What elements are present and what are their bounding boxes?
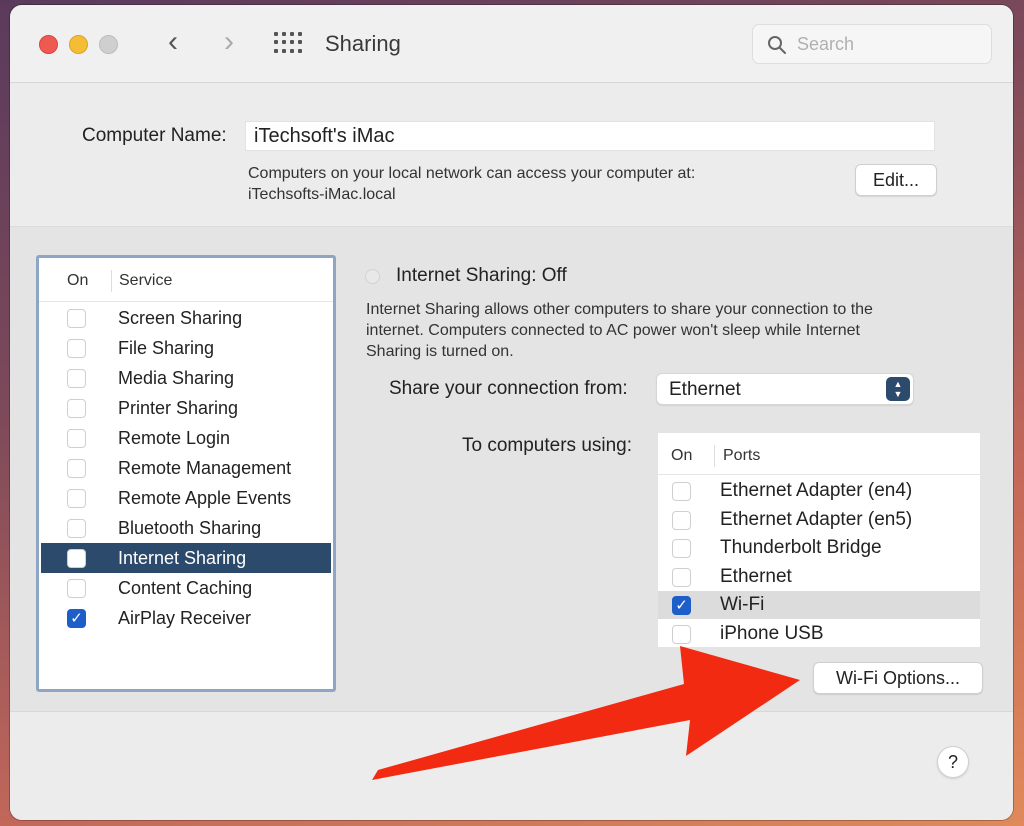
service-checkbox[interactable] — [67, 399, 86, 418]
port-label: Ethernet Adapter (en4) — [720, 480, 913, 501]
service-row[interactable]: Content Caching — [41, 573, 331, 603]
service-checkbox[interactable] — [67, 579, 86, 598]
port-label: Thunderbolt Bridge — [720, 537, 882, 559]
service-label: AirPlay Receiver — [118, 608, 252, 628]
computer-name-label: Computer Name: — [82, 125, 227, 146]
service-label: Printer Sharing — [118, 398, 239, 418]
up-down-chevron-icon: ▲ ▼ — [886, 377, 910, 401]
port-checkbox[interactable]: ✓ — [672, 596, 691, 616]
sharing-main-panel: On Service Screen Sharing File Sharing Med… — [10, 226, 1013, 712]
internet-sharing-status: Internet Sharing: Off — [396, 265, 567, 286]
service-row[interactable]: Remote Login — [41, 423, 331, 453]
service-row[interactable]: Bluetooth Sharing — [41, 513, 331, 543]
window-title: Sharing — [325, 31, 401, 56]
internet-sharing-description: Internet Sharing allows other computers … — [366, 301, 873, 360]
service-checkbox[interactable] — [67, 519, 86, 538]
help-button[interactable]: ? — [937, 746, 969, 778]
column-header-on: On — [67, 272, 89, 289]
service-row[interactable]: Media Sharing — [41, 363, 331, 393]
port-checkbox[interactable] — [672, 539, 691, 559]
column-header-service: Service — [119, 272, 173, 289]
service-label: Remote Management — [118, 458, 292, 478]
port-label: Ethernet — [720, 565, 792, 587]
zoom-window-button[interactable] — [99, 35, 118, 54]
service-row[interactable]: ✓ AirPlay Receiver — [41, 603, 331, 633]
service-checkbox[interactable] — [67, 489, 86, 508]
share-from-value: Ethernet — [669, 379, 741, 400]
search-field[interactable] — [752, 24, 992, 64]
computer-name-field[interactable] — [245, 121, 935, 151]
to-computers-label: To computers using: — [462, 435, 633, 456]
ports-list[interactable]: On Ports Ethernet Adapter (en4) Ethernet … — [658, 433, 980, 647]
titlebar: ‹ › Sharing — [10, 5, 1013, 83]
internet-sharing-status-indicator — [365, 269, 380, 284]
service-row[interactable]: Remote Management — [41, 453, 331, 483]
port-row[interactable]: Thunderbolt Bridge — [658, 534, 980, 562]
ports-list-header: On Ports — [658, 433, 980, 475]
show-all-grid-icon[interactable] — [274, 32, 302, 54]
port-checkbox[interactable] — [672, 625, 691, 644]
service-row[interactable]: File Sharing — [41, 333, 331, 363]
search-icon — [768, 36, 786, 54]
port-row[interactable]: Ethernet — [658, 563, 980, 591]
service-checkbox[interactable] — [67, 339, 86, 358]
service-label: Content Caching — [118, 578, 253, 598]
column-header-on: On — [671, 447, 693, 464]
service-checkbox[interactable] — [67, 549, 86, 568]
service-checkbox[interactable] — [67, 369, 86, 388]
port-label: Ethernet Adapter (en5) — [720, 508, 913, 530]
service-label: Remote Apple Events — [118, 488, 292, 508]
port-label: Wi-Fi — [720, 594, 765, 616]
share-from-label: Share your connection from: — [389, 378, 628, 399]
service-label: Remote Login — [118, 428, 231, 448]
service-checkbox[interactable] — [67, 309, 86, 328]
port-row[interactable]: Ethernet Adapter (en5) — [658, 506, 980, 534]
port-row[interactable]: ✓ Wi-Fi — [658, 591, 980, 620]
wifi-options-button[interactable]: Wi-Fi Options... — [813, 662, 983, 694]
service-list-header: On Service — [39, 258, 333, 302]
edit-button[interactable]: Edit... — [855, 164, 937, 196]
service-checkbox[interactable] — [67, 459, 86, 478]
computer-name-description: Computers on your local network can acce… — [248, 165, 696, 203]
service-row[interactable]: Remote Apple Events — [41, 483, 331, 513]
port-checkbox[interactable] — [672, 567, 691, 587]
service-label: File Sharing — [118, 338, 215, 358]
share-from-select[interactable]: Ethernet ▲ ▼ — [656, 373, 914, 405]
local-hostname: iTechsofts-iMac.local — [248, 186, 396, 203]
service-row[interactable]: Screen Sharing — [41, 303, 331, 333]
service-row[interactable]: Printer Sharing — [41, 393, 331, 423]
service-row[interactable]: Internet Sharing — [41, 543, 331, 573]
column-header-ports: Ports — [723, 447, 761, 464]
service-label: Media Sharing — [118, 368, 235, 388]
service-checkbox[interactable] — [67, 429, 86, 448]
service-list[interactable]: On Service Screen Sharing File Sharing Med… — [36, 255, 336, 692]
port-row[interactable]: iPhone USB — [658, 620, 980, 648]
port-checkbox[interactable] — [672, 510, 691, 530]
port-checkbox[interactable] — [672, 482, 691, 501]
port-label: iPhone USB — [720, 623, 824, 644]
port-row[interactable]: Ethernet Adapter (en4) — [658, 477, 980, 505]
forward-chevron-icon[interactable]: › — [214, 27, 244, 59]
close-window-button[interactable] — [39, 35, 58, 54]
sharing-window: ‹ › Sharing Computer Name: Computers on … — [10, 5, 1013, 820]
footer-area — [10, 712, 1013, 820]
minimize-window-button[interactable] — [69, 35, 88, 54]
service-label: Internet Sharing — [118, 548, 247, 568]
service-checkbox[interactable]: ✓ — [67, 609, 86, 628]
service-label: Screen Sharing — [118, 308, 243, 328]
search-input[interactable] — [797, 31, 977, 57]
service-label: Bluetooth Sharing — [118, 518, 262, 538]
computer-name-section: Computer Name: Computers on your local n… — [10, 84, 1013, 226]
back-chevron-icon[interactable]: ‹ — [158, 27, 188, 59]
